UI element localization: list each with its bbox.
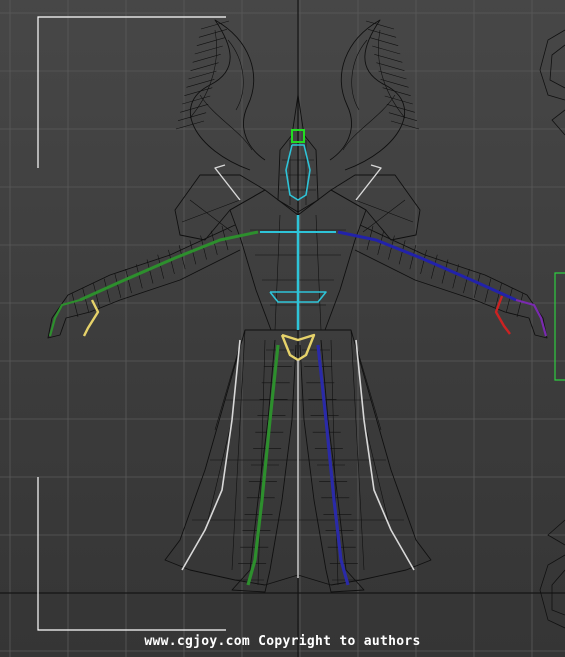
- viewport-front[interactable]: www.cgjoy.com Copyright to authors: [0, 0, 565, 657]
- viewport-grid: [0, 0, 565, 657]
- bone-shoulder-cloth-left: [214, 164, 241, 201]
- horn-right-rings: [365, 20, 420, 130]
- head-mesh-detail: [280, 98, 316, 212]
- bone-arm-right: [337, 230, 517, 302]
- horn-right-detail: [342, 29, 406, 151]
- viewport-scene: [0, 0, 565, 657]
- watermark-text: www.cgjoy.com Copyright to authors: [144, 634, 421, 649]
- bone-hand-left: [82, 299, 100, 337]
- bone-forearm-right: [515, 298, 548, 337]
- safe-frame-bracket-bottom-left: [37, 477, 226, 631]
- bone-shoulder-cloth-right: [355, 164, 382, 201]
- horn-right: [329, 19, 405, 171]
- horn-left: [190, 19, 266, 171]
- bone-hand-right: [494, 295, 511, 335]
- horn-left-detail: [189, 29, 253, 151]
- safe-frame-bracket-top-left: [37, 16, 226, 168]
- selection-bracket-right: [554, 272, 565, 381]
- bone-forearm-left: [48, 298, 81, 337]
